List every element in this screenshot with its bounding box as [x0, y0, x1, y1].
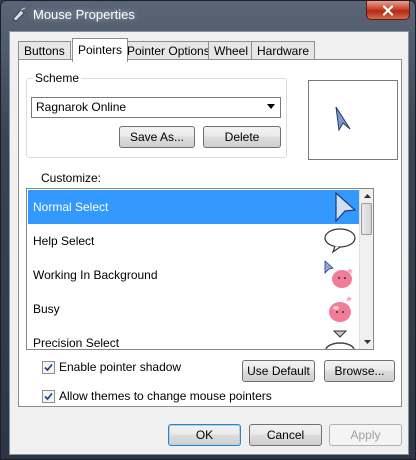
scheme-group: Scheme Ragnarok Online Save As... Delete	[26, 71, 287, 158]
precision-cursor-icon	[325, 330, 355, 349]
list-item-label: Help Select	[33, 234, 95, 248]
list-item-working-in-background[interactable]: Working In Background	[28, 258, 361, 292]
tab-pointer-options[interactable]: Pointer Options	[121, 41, 216, 61]
scheme-dropdown[interactable]: Ragnarok Online	[31, 97, 281, 118]
speech-bubble-cursor-icon	[324, 228, 356, 254]
pointer-shadow-option[interactable]: Enable pointer shadow	[42, 360, 181, 374]
vertical-scrollbar[interactable]	[359, 189, 373, 349]
arrow-cursor-icon	[335, 192, 357, 222]
list-item-normal-select[interactable]: Normal Select	[28, 190, 361, 224]
list-item-label: Precision Select	[33, 336, 120, 350]
list-item-precision-select[interactable]: Precision Select	[28, 326, 361, 350]
save-as-button[interactable]: Save As...	[119, 126, 195, 148]
delete-button[interactable]: Delete	[203, 126, 281, 148]
list-item-label: Normal Select	[33, 200, 109, 214]
scheme-legend: Scheme	[33, 71, 82, 85]
chevron-up-icon	[363, 194, 371, 198]
scroll-thumb[interactable]	[361, 203, 372, 235]
close-button[interactable]	[366, 1, 410, 20]
pointers-panel: Scheme Ragnarok Online Save As... Delete…	[18, 59, 402, 407]
chevron-down-icon	[267, 104, 275, 109]
tab-pointers[interactable]: Pointers	[72, 38, 129, 62]
list-item-busy[interactable]: Busy	[28, 292, 361, 326]
chevron-down-icon	[363, 340, 371, 344]
allow-themes-label: Allow themes to change mouse pointers	[59, 389, 272, 403]
dialog-client-area: Buttons Pointers Pointer Options Wheel H…	[9, 31, 409, 455]
pointer-list[interactable]: Normal Select Help Select Working In Bac…	[26, 188, 374, 350]
scroll-down-button[interactable]	[360, 335, 373, 349]
arrow-cursor-icon	[335, 106, 351, 132]
title-bar[interactable]: Mouse Properties	[1, 1, 415, 29]
cancel-button[interactable]: Cancel	[249, 424, 322, 446]
close-icon	[382, 4, 394, 16]
tab-hardware[interactable]: Hardware	[251, 41, 316, 61]
allow-themes-checkbox[interactable]	[42, 389, 55, 403]
customize-label: Customize:	[41, 171, 102, 185]
list-item-help-select[interactable]: Help Select	[28, 224, 361, 258]
ok-button[interactable]: OK	[168, 424, 241, 446]
use-default-button[interactable]: Use Default	[242, 360, 315, 382]
pointer-shadow-label: Enable pointer shadow	[59, 360, 182, 374]
list-item-label: Working In Background	[33, 268, 158, 282]
tab-wheel[interactable]: Wheel	[208, 41, 255, 61]
list-item-label: Busy	[33, 302, 60, 316]
browse-button[interactable]: Browse...	[324, 360, 395, 382]
apply-button[interactable]: Apply	[329, 424, 402, 446]
mouse-properties-window: Mouse Properties Buttons Pointers Pointe…	[0, 0, 416, 460]
mouse-app-icon	[12, 7, 26, 22]
cursor-preview	[308, 80, 398, 160]
poring-busy-arrow-icon	[324, 260, 353, 288]
pointer-shadow-checkbox[interactable]	[42, 360, 55, 374]
poring-busy-icon	[329, 296, 352, 322]
scheme-selected-value: Ragnarok Online	[36, 100, 127, 114]
checkmark-icon	[44, 392, 53, 400]
allow-themes-option[interactable]: Allow themes to change mouse pointers	[42, 389, 272, 403]
scroll-up-button[interactable]	[360, 189, 373, 203]
tab-buttons[interactable]: Buttons	[18, 41, 71, 61]
checkmark-icon	[44, 363, 53, 371]
window-title: Mouse Properties	[33, 7, 135, 22]
